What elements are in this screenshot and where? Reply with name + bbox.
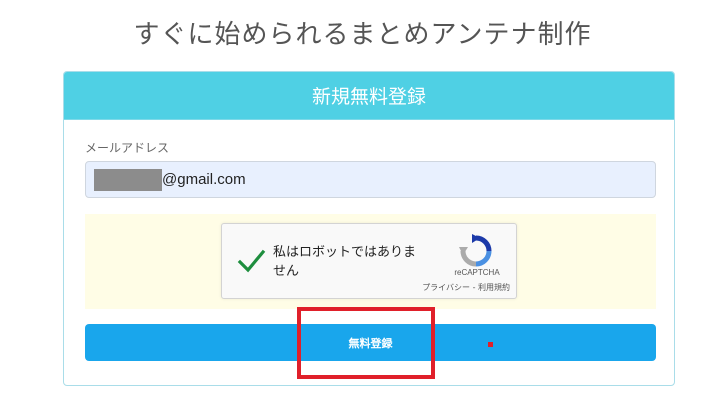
recaptcha-icon <box>459 234 493 268</box>
check-icon[interactable] <box>236 246 266 276</box>
email-label: メールアドレス <box>85 141 170 155</box>
recaptcha-brand: reCAPTCHA <box>454 268 500 277</box>
recaptcha-label: 私はロボットではありません <box>273 245 417 279</box>
recaptcha-widget[interactable]: 私はロボットではありません reCAPTCHA プライバシー - 利用規約 <box>221 223 517 299</box>
email-field[interactable]: @gmail.com <box>85 161 656 198</box>
page-title: すぐに始められるまとめアンテナ制作 <box>133 20 592 50</box>
captcha-area: 私はロボットではありません reCAPTCHA プライバシー - 利用規約 <box>85 214 656 309</box>
email-value: @gmail.com <box>162 171 246 188</box>
highlight-box <box>297 307 435 379</box>
recaptcha-links[interactable]: プライバシー - 利用規約 <box>398 282 510 293</box>
red-marker <box>488 342 493 347</box>
card-header: 新規無料登録 <box>64 72 674 120</box>
redacted-block <box>94 168 162 191</box>
